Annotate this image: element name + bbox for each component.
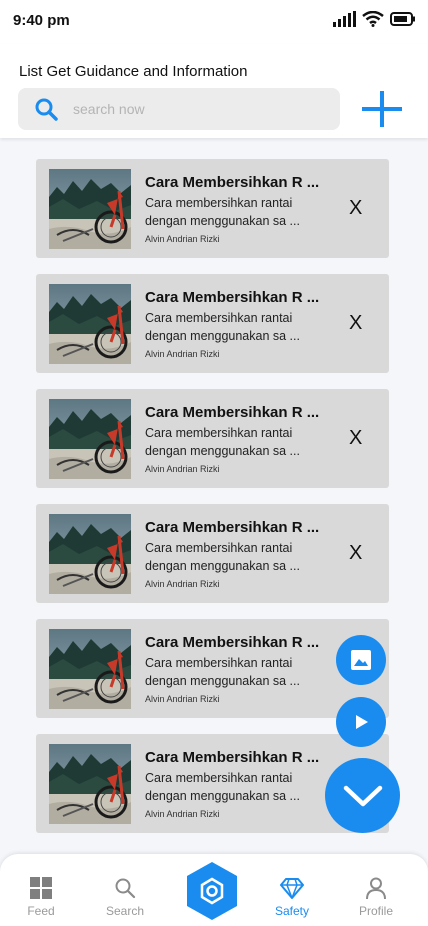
bike-thumbnail <box>49 629 131 709</box>
nav-label-safety: Safety <box>274 904 310 918</box>
item-description: Cara membersihkan rantai dengan mengguna… <box>145 424 320 460</box>
play-icon <box>356 715 368 729</box>
add-button[interactable] <box>360 89 404 129</box>
item-description: Cara membersihkan rantai dengan mengguna… <box>145 309 320 345</box>
collapse-menu-button[interactable] <box>325 758 400 833</box>
list-item[interactable]: Cara Membersihkan R ... Cara membersihka… <box>36 504 389 603</box>
item-description: Cara membersihkan rantai dengan mengguna… <box>145 769 320 805</box>
nav-item-safety[interactable]: Safety <box>252 854 332 926</box>
item-description: Cara membersihkan rantai dengan mengguna… <box>145 194 320 230</box>
item-author: Alvin Andrian Rizki <box>145 809 220 819</box>
add-image-button[interactable] <box>336 635 386 685</box>
list-item[interactable]: Cara Membersihkan R ... Cara membersihka… <box>36 389 389 488</box>
grid-icon <box>30 877 52 899</box>
nav-label-search: Search <box>105 904 145 918</box>
item-title: Cara Membersihkan R ... <box>145 404 320 421</box>
item-description-line-1: Cara membersihkan rantai <box>145 541 293 555</box>
item-title: Cara Membersihkan R ... <box>145 749 320 766</box>
item-description-line-1: Cara membersihkan rantai <box>145 196 293 210</box>
delete-button[interactable]: X <box>349 542 362 565</box>
header: List Get Guidance and Information <box>0 44 428 138</box>
nav-item-profile[interactable]: Profile <box>336 854 416 926</box>
image-icon <box>351 650 371 670</box>
list-item[interactable]: Cara Membersihkan R ... Cara membersihka… <box>36 159 389 258</box>
bike-thumbnail <box>49 399 131 479</box>
diamond-icon <box>280 878 304 899</box>
add-video-button[interactable] <box>336 697 386 747</box>
status-icons <box>332 11 416 27</box>
item-author: Alvin Andrian Rizki <box>145 234 220 244</box>
list-item[interactable]: Cara Membersihkan R ... Cara membersihka… <box>36 619 389 718</box>
nav-label-feed: Feed <box>27 904 55 918</box>
status-bar: 9:40 pm <box>0 0 428 44</box>
item-description-line-2: dengan menggunakan sa ... <box>145 789 300 803</box>
item-title: Cara Membersihkan R ... <box>145 519 320 536</box>
item-description: Cara membersihkan rantai dengan mengguna… <box>145 654 320 690</box>
item-description-line-1: Cara membersihkan rantai <box>145 426 293 440</box>
delete-button[interactable]: X <box>349 312 362 335</box>
item-title: Cara Membersihkan R ... <box>145 634 320 651</box>
search-icon <box>115 878 136 899</box>
item-author: Alvin Andrian Rizki <box>145 579 220 589</box>
chevron-down-icon <box>343 785 382 806</box>
user-icon <box>366 877 386 900</box>
delete-button[interactable]: X <box>349 197 362 220</box>
item-description-line-2: dengan menggunakan sa ... <box>145 559 300 573</box>
page-title: List Get Guidance and Information <box>19 63 248 80</box>
item-description-line-1: Cara membersihkan rantai <box>145 771 293 785</box>
search-input[interactable] <box>73 88 328 130</box>
item-title: Cara Membersihkan R ... <box>145 289 320 306</box>
item-description-line-1: Cara membersihkan rantai <box>145 311 293 325</box>
signal-icon <box>333 11 356 27</box>
bike-thumbnail <box>49 169 131 249</box>
nav-item-feed[interactable]: Feed <box>1 854 81 926</box>
item-author: Alvin Andrian Rizki <box>145 694 220 704</box>
delete-button[interactable]: X <box>349 427 362 450</box>
list-item[interactable]: Cara Membersihkan R ... Cara membersihka… <box>36 274 389 373</box>
center-action-button[interactable] <box>184 860 240 922</box>
bike-thumbnail <box>49 514 131 594</box>
battery-icon <box>390 12 415 26</box>
item-description-line-2: dengan menggunakan sa ... <box>145 329 300 343</box>
item-description: Cara membersihkan rantai dengan mengguna… <box>145 539 320 575</box>
guidance-list: Cara Membersihkan R ... Cara membersihka… <box>36 159 389 849</box>
nav-label-profile: Profile <box>358 904 393 918</box>
item-title: Cara Membersihkan R ... <box>145 174 320 191</box>
bike-thumbnail <box>49 744 131 824</box>
nav-item-search[interactable]: Search <box>85 854 165 926</box>
item-description-line-2: dengan menggunakan sa ... <box>145 214 300 228</box>
search-box[interactable] <box>18 88 340 130</box>
item-author: Alvin Andrian Rizki <box>145 464 220 474</box>
item-description-line-1: Cara membersihkan rantai <box>145 656 293 670</box>
bike-thumbnail <box>49 284 131 364</box>
item-description-line-2: dengan menggunakan sa ... <box>145 444 300 458</box>
wifi-icon <box>362 11 384 27</box>
item-description-line-2: dengan menggunakan sa ... <box>145 674 300 688</box>
status-time: 9:40 pm <box>13 12 70 29</box>
search-icon[interactable] <box>34 97 58 121</box>
item-author: Alvin Andrian Rizki <box>145 349 220 359</box>
